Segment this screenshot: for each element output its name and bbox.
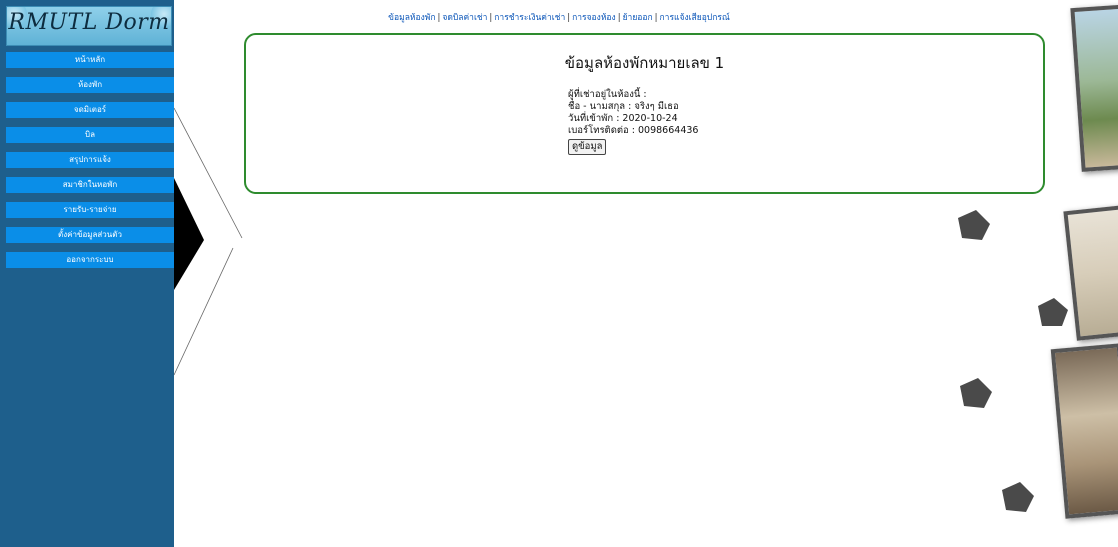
sidebar-item-rooms[interactable]: ห้องพัก (6, 77, 174, 93)
sidebar: RMUTL Dorm หน้าหลัก ห้องพัก จดมิเตอร์ บิ… (0, 0, 174, 547)
room-info-card: ข้อมูลห้องพักหมายเลข 1 ผู้ที่เช่าอยู่ในห… (244, 33, 1045, 194)
sidebar-item-bill[interactable]: บิล (6, 127, 174, 143)
sidebar-nav: หน้าหลัก ห้องพัก จดมิเตอร์ บิล สรุปการแจ… (6, 52, 174, 277)
top-link-payment[interactable]: การชำระเงินค่าเช่า (494, 13, 565, 23)
room-title: ข้อมูลห้องพักหมายเลข 1 (564, 54, 725, 72)
arrow-line-upper (173, 107, 243, 239)
sidebar-item-home[interactable]: หน้าหลัก (6, 52, 174, 68)
tenant-heading: ผู้ที่เช่าอยู่ในห้องนี้ : (568, 89, 647, 100)
sidebar-item-meter[interactable]: จดมิเตอร์ (6, 102, 174, 118)
dorm-photo-1 (1070, 4, 1118, 172)
top-link-rent-bill[interactable]: จดบิลค่าเช่า (442, 13, 487, 23)
top-link-move-out[interactable]: ย้ายออก (623, 13, 653, 23)
sidebar-item-profile-settings[interactable]: ตั้งค่าข้อมูลส่วนตัว (6, 227, 174, 243)
arrow-line-lower (173, 247, 234, 376)
dorm-photo-3 (1050, 343, 1118, 519)
checkin-date: วันที่เข้าพัก : 2020-10-24 (568, 113, 678, 124)
top-nav: ข้อมูลห้องพัก | จดบิลค่าเช่า | การชำระเงินค่… (388, 13, 730, 23)
view-details-button[interactable]: ดูข้อมูล (568, 139, 607, 155)
dorm-photo-2 (1063, 205, 1118, 341)
sidebar-item-income-expense[interactable]: รายรับ-รายจ่าย (6, 202, 174, 218)
pentagon-shape-6 (1002, 482, 1034, 512)
pentagon-shape-3 (958, 210, 990, 240)
sidebar-item-logout[interactable]: ออกจากระบบ (6, 252, 174, 268)
top-link-equipment-report[interactable]: การแจ้งเสียอุปกรณ์ (660, 13, 730, 23)
phone-number: เบอร์โทรติดต่อ : 0098664436 (568, 125, 699, 136)
tenant-name: ชื่อ - นามสกุล : จริงๆ มีเธอ (568, 101, 679, 112)
pentagon-shape-5 (960, 378, 992, 408)
sidebar-item-report-summary[interactable]: สรุปการแจ้ง (6, 152, 174, 168)
arrow-shape (174, 178, 204, 290)
page: RMUTL Dorm หน้าหลัก ห้องพัก จดมิเตอร์ บิ… (0, 0, 1118, 547)
room-details: ผู้ที่เช่าอยู่ในห้องนี้ : ชื่อ - นามสกุล… (568, 89, 698, 155)
sidebar-item-members[interactable]: สมาชิกในหอพัก (6, 177, 174, 193)
top-link-booking[interactable]: การจองห้อง (572, 13, 616, 23)
top-link-room-info[interactable]: ข้อมูลห้องพัก (388, 13, 435, 23)
pentagon-shape-4 (1038, 298, 1068, 326)
